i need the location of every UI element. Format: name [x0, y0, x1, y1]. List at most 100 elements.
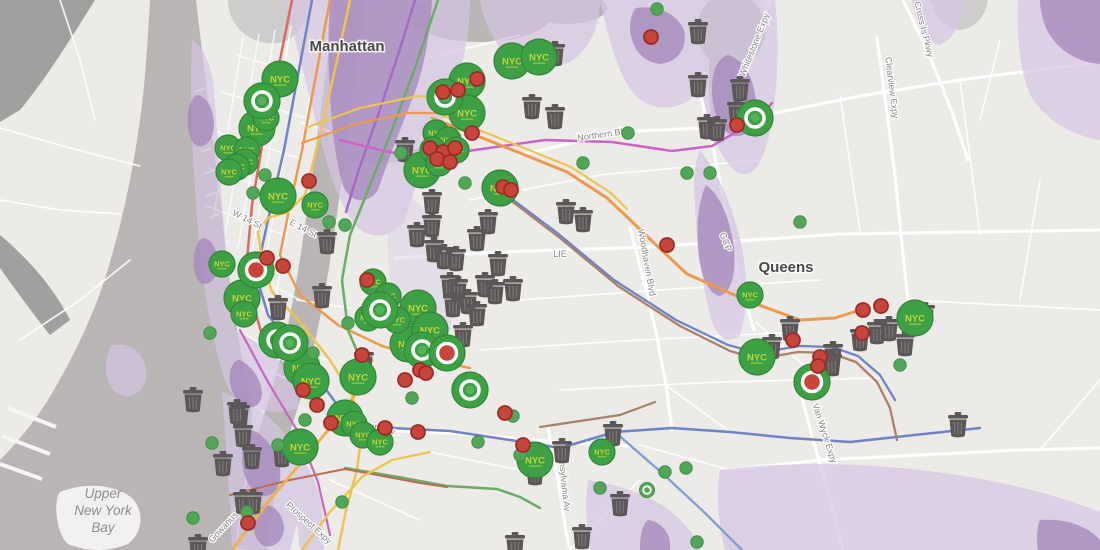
closed-site-marker[interactable]: [503, 182, 519, 198]
closed-site-marker[interactable]: [275, 258, 291, 274]
trash-bin-icon[interactable]: [268, 295, 288, 321]
closed-site-marker[interactable]: [323, 415, 339, 431]
trash-bin-icon[interactable]: [610, 491, 630, 517]
greenmarket-ring-dot-marker[interactable]: [639, 482, 655, 498]
compost-hub-marker-small[interactable]: NYC: [208, 250, 236, 278]
trash-bin-icon[interactable]: [573, 207, 593, 233]
closed-site-marker[interactable]: [429, 151, 445, 167]
compost-hub-marker-small[interactable]: NYC: [588, 438, 616, 466]
trash-bin-icon[interactable]: [522, 94, 542, 120]
greenmarket-dot-marker[interactable]: [658, 465, 672, 479]
closed-site-marker[interactable]: [810, 358, 826, 374]
greenmarket-dot-marker[interactable]: [458, 176, 472, 190]
closed-site-marker[interactable]: [450, 82, 466, 98]
compost-hub-marker-small[interactable]: NYC: [230, 300, 258, 328]
closed-site-marker[interactable]: [418, 365, 434, 381]
closed-site-marker[interactable]: [497, 405, 513, 421]
compost-hub-marker-small[interactable]: NYC: [215, 158, 243, 186]
trash-bin-icon[interactable]: [312, 283, 332, 309]
map-canvas[interactable]: Manhattan Queens Northern Blvd LIE Woodhaven…: [0, 0, 1100, 550]
compost-hub-marker[interactable]: NYC: [339, 358, 377, 396]
closed-site-marker[interactable]: [464, 125, 480, 141]
compost-hub-marker[interactable]: NYC: [738, 338, 776, 376]
trash-bin-icon[interactable]: [545, 104, 565, 130]
closed-site-marker[interactable]: [854, 325, 870, 341]
closed-site-marker[interactable]: [295, 382, 311, 398]
closed-site-marker[interactable]: [515, 437, 531, 453]
trash-bin-icon[interactable]: [572, 524, 592, 550]
trash-bin-icon[interactable]: [227, 399, 247, 425]
trash-bin-icon[interactable]: [688, 72, 708, 98]
trash-bin-icon[interactable]: [213, 451, 233, 477]
trash-bin-icon[interactable]: [467, 226, 487, 252]
dropoff-ring-marker[interactable]: [361, 291, 399, 329]
greenmarket-dot-marker[interactable]: [205, 436, 219, 450]
closed-site-marker[interactable]: [447, 140, 463, 156]
trash-bin-icon[interactable]: [879, 316, 899, 342]
greenmarket-dot-marker[interactable]: [793, 215, 807, 229]
greenmarket-dot-marker[interactable]: [246, 186, 260, 200]
closed-site-marker[interactable]: [259, 250, 275, 266]
trash-bin-icon[interactable]: [317, 229, 337, 255]
compost-hub-marker-small[interactable]: NYC: [736, 281, 764, 309]
closed-site-marker[interactable]: [309, 397, 325, 413]
trash-bin-icon[interactable]: [688, 19, 708, 45]
closed-site-marker[interactable]: [855, 302, 871, 318]
trash-bin-icon[interactable]: [407, 222, 427, 248]
trash-bin-icon[interactable]: [488, 251, 508, 277]
trash-bin-icon[interactable]: [503, 276, 523, 302]
greenmarket-dot-marker[interactable]: [322, 215, 336, 229]
greenmarket-dot-marker[interactable]: [271, 438, 285, 452]
greenmarket-dot-marker[interactable]: [306, 346, 320, 360]
closed-site-marker[interactable]: [435, 84, 451, 100]
greenmarket-dot-marker[interactable]: [621, 126, 635, 140]
closed-site-marker[interactable]: [359, 272, 375, 288]
compost-hub-marker[interactable]: NYC: [259, 177, 297, 215]
closed-site-marker[interactable]: [397, 372, 413, 388]
closed-site-marker[interactable]: [377, 420, 393, 436]
dropoff-ring-marker[interactable]: [243, 82, 281, 120]
trash-bin-icon[interactable]: [730, 76, 750, 102]
greenmarket-dot-marker[interactable]: [593, 481, 607, 495]
closed-site-marker[interactable]: [873, 298, 889, 314]
compost-hub-marker[interactable]: NYC: [520, 38, 558, 76]
greenmarket-dot-marker[interactable]: [576, 156, 590, 170]
greenmarket-dot-marker[interactable]: [703, 166, 717, 180]
greenmarket-dot-marker[interactable]: [338, 218, 352, 232]
greenmarket-dot-marker[interactable]: [650, 2, 664, 16]
closed-site-marker[interactable]: [301, 173, 317, 189]
greenmarket-dot-marker[interactable]: [394, 146, 408, 160]
trash-bin-icon[interactable]: [948, 412, 968, 438]
closed-site-marker[interactable]: [442, 154, 458, 170]
greenmarket-dot-marker[interactable]: [471, 435, 485, 449]
trash-bin-icon[interactable]: [242, 444, 262, 470]
dropoff-ring-marker[interactable]: [451, 371, 489, 409]
greenmarket-dot-marker[interactable]: [203, 326, 217, 340]
greenmarket-dot-marker[interactable]: [679, 461, 693, 475]
greenmarket-dot-marker[interactable]: [680, 166, 694, 180]
closed-site-marker[interactable]: [659, 237, 675, 253]
trash-bin-icon[interactable]: [233, 422, 253, 448]
greenmarket-dot-marker[interactable]: [405, 391, 419, 405]
trash-bin-icon[interactable]: [707, 116, 727, 142]
trash-bin-icon[interactable]: [443, 292, 463, 318]
greenmarket-dot-marker[interactable]: [893, 358, 907, 372]
compost-hub-marker-small[interactable]: NYC: [301, 191, 329, 219]
greenmarket-dot-marker[interactable]: [341, 316, 355, 330]
closed-site-marker[interactable]: [410, 424, 426, 440]
closed-site-marker[interactable]: [240, 515, 256, 531]
compost-hub-marker[interactable]: NYC: [281, 428, 319, 466]
closed-site-marker[interactable]: [785, 332, 801, 348]
trash-bin-icon[interactable]: [422, 189, 442, 215]
dropoff-ring-marker[interactable]: [271, 324, 309, 362]
greenmarket-dot-marker[interactable]: [186, 511, 200, 525]
trash-bin-icon[interactable]: [183, 387, 203, 413]
trash-bin-icon[interactable]: [552, 438, 572, 464]
trash-bin-icon[interactable]: [467, 301, 487, 327]
greenmarket-dot-marker[interactable]: [335, 495, 349, 509]
closed-site-marker[interactable]: [729, 117, 745, 133]
greenmarket-dot-marker[interactable]: [258, 168, 272, 182]
compost-hub-marker[interactable]: NYC: [896, 299, 934, 337]
closed-site-marker[interactable]: [469, 71, 485, 87]
trash-bin-icon[interactable]: [446, 246, 466, 272]
